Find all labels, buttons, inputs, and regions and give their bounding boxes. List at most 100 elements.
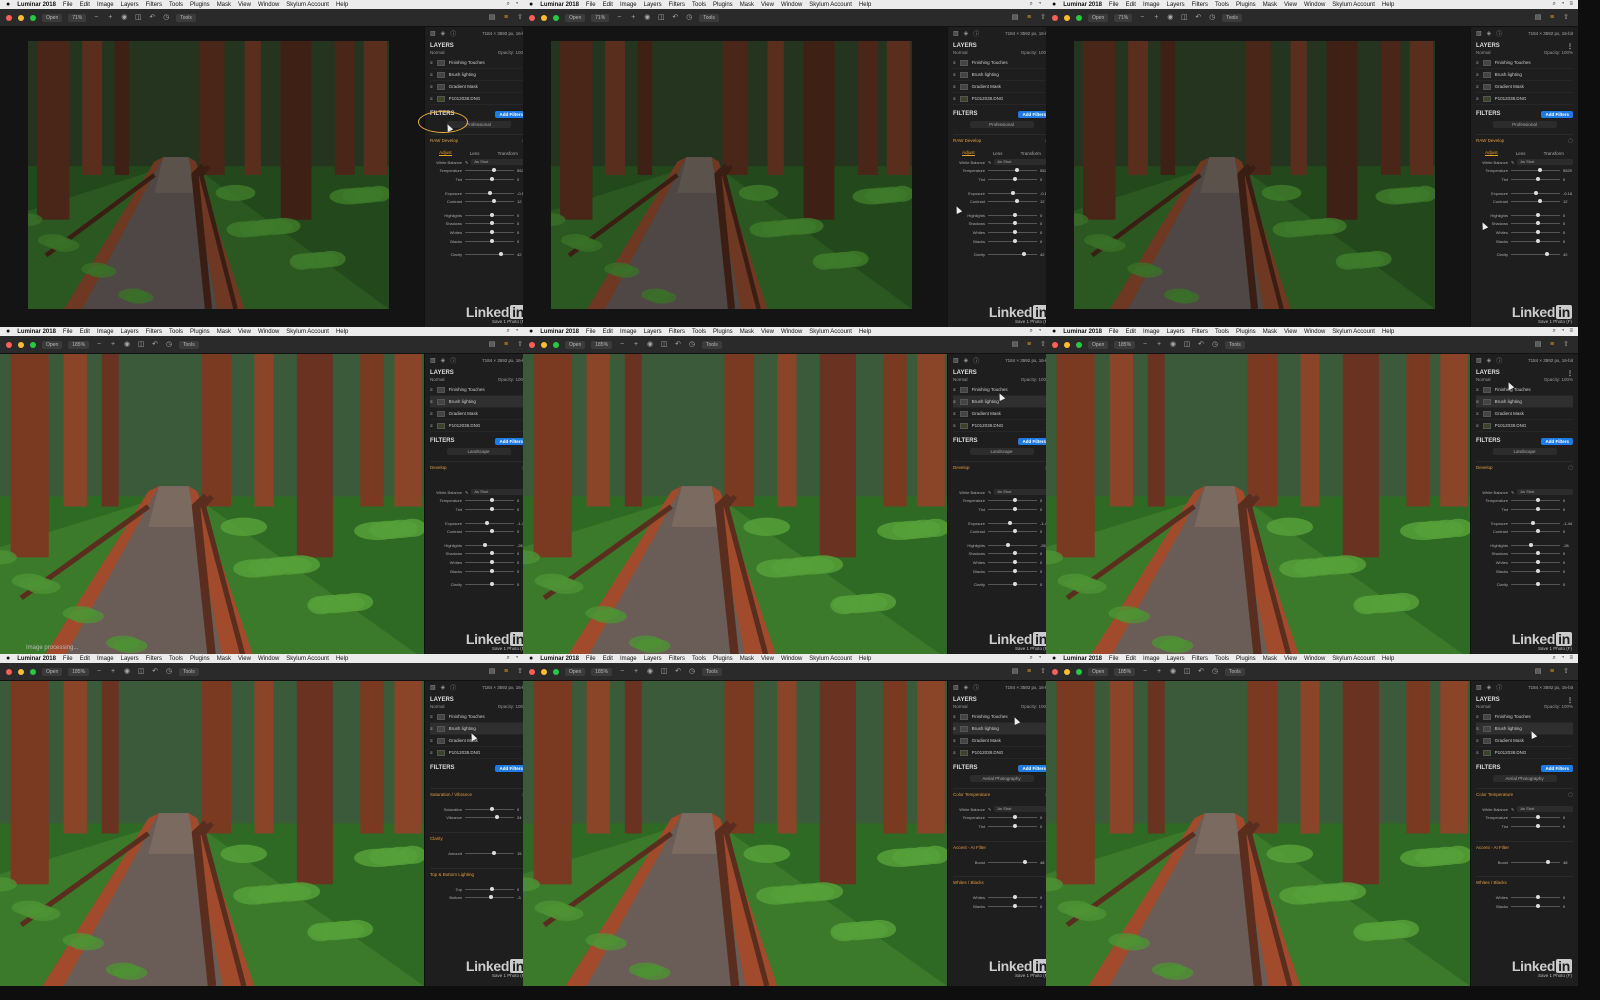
- wifi-icon[interactable]: ◔: [1038, 1, 1042, 8]
- drag-handle-icon[interactable]: ≡: [953, 423, 956, 428]
- menu-item[interactable]: Edit: [80, 329, 90, 335]
- info-icon[interactable]: ⓘ: [1496, 356, 1502, 365]
- info-icon[interactable]: ⓘ: [450, 683, 456, 692]
- filter-title[interactable]: Develop: [953, 465, 970, 470]
- slider-track[interactable]: [988, 520, 1037, 525]
- tab-adjust[interactable]: Adjust: [1485, 150, 1498, 156]
- layers-more-icon[interactable]: ⋮: [1567, 370, 1573, 377]
- white-balance-dropdown[interactable]: As Shot: [1517, 159, 1573, 166]
- minimize-window-button[interactable]: [18, 14, 24, 21]
- compare-icon[interactable]: ◫: [1183, 668, 1191, 676]
- menu-item[interactable]: Layers: [121, 329, 139, 335]
- menu-item[interactable]: View: [761, 329, 774, 335]
- zoom-in-icon[interactable]: +: [1152, 14, 1160, 22]
- open-button[interactable]: Open: [42, 340, 63, 349]
- slider-knob[interactable]: [491, 168, 496, 173]
- open-button[interactable]: Open: [1088, 340, 1109, 349]
- menu-item[interactable]: Help: [1382, 329, 1394, 335]
- menu-item[interactable]: Window: [258, 329, 279, 335]
- layer-row[interactable]: ≡ Brush lighting: [430, 723, 527, 735]
- blend-mode-dropdown[interactable]: Normal: [1476, 377, 1491, 384]
- zoom-dropdown[interactable]: 185%: [1114, 340, 1136, 349]
- menu-item[interactable]: Filters: [1192, 329, 1208, 335]
- menu-item[interactable]: Help: [859, 2, 871, 8]
- slider-track[interactable]: [988, 582, 1037, 587]
- wifi-icon[interactable]: ◔: [1561, 1, 1565, 8]
- apple-menu-icon[interactable]: ●: [6, 654, 10, 663]
- filter-title[interactable]: Develop: [1476, 465, 1493, 470]
- menu-item[interactable]: Plugins: [713, 656, 733, 662]
- slider-track[interactable]: [465, 529, 514, 534]
- menu-item[interactable]: Help: [859, 329, 871, 335]
- histogram-icon[interactable]: ▧: [430, 357, 436, 364]
- slider-track[interactable]: [988, 252, 1037, 257]
- layer-row[interactable]: ≡ P1012038.DNG: [1476, 747, 1573, 759]
- slider-knob[interactable]: [1535, 582, 1540, 587]
- slider-track[interactable]: [1511, 168, 1560, 173]
- blend-mode-dropdown[interactable]: Normal: [1476, 704, 1491, 711]
- menu-item[interactable]: Window: [258, 2, 279, 8]
- white-balance-dropdown[interactable]: As Shot: [994, 489, 1050, 496]
- slider-track[interactable]: [1511, 520, 1560, 525]
- eyedropper-icon[interactable]: ✎: [988, 807, 991, 812]
- drag-handle-icon[interactable]: ≡: [1476, 387, 1479, 392]
- slider-track[interactable]: [988, 568, 1037, 573]
- menu-item[interactable]: File: [586, 329, 596, 335]
- menu-item[interactable]: Edit: [603, 656, 613, 662]
- menu-item[interactable]: File: [1109, 2, 1119, 8]
- menu-item[interactable]: Edit: [80, 656, 90, 662]
- menu-item[interactable]: Layers: [644, 2, 662, 8]
- layers-more-icon[interactable]: ⋮: [1567, 43, 1573, 50]
- drag-handle-icon[interactable]: ≡: [953, 72, 956, 77]
- filter-title[interactable]: RAW Develop: [430, 138, 458, 143]
- panel-toggle-icon[interactable]: ▤: [1011, 14, 1019, 22]
- slider-knob[interactable]: [1535, 506, 1540, 511]
- menu-item[interactable]: File: [586, 2, 596, 8]
- search-icon[interactable]: ⌕: [506, 655, 509, 662]
- opacity-control[interactable]: Opacity: 100%: [1544, 704, 1573, 711]
- preview-eye-icon[interactable]: ◉: [646, 341, 654, 349]
- filter-title[interactable]: Clarity: [430, 836, 443, 841]
- slider-track[interactable]: [1511, 190, 1560, 195]
- tab-lens[interactable]: Lens: [470, 151, 480, 156]
- slider-track[interactable]: [988, 823, 1037, 828]
- slider-knob[interactable]: [489, 176, 494, 181]
- menu-item[interactable]: View: [238, 656, 251, 662]
- slider-knob[interactable]: [1012, 221, 1017, 226]
- slider-knob[interactable]: [489, 221, 494, 226]
- histogram-icon[interactable]: ▧: [953, 684, 959, 691]
- histogram-icon[interactable]: ▧: [1476, 684, 1482, 691]
- apple-menu-icon[interactable]: ●: [529, 327, 533, 336]
- slider-knob[interactable]: [1014, 168, 1019, 173]
- drag-handle-icon[interactable]: ≡: [430, 738, 433, 743]
- tab-transform[interactable]: Transform: [1544, 151, 1564, 156]
- workspace-dropdown[interactable]: Professional: [969, 121, 1034, 128]
- slider-track[interactable]: [1511, 815, 1560, 820]
- slider-track[interactable]: [988, 529, 1037, 534]
- apple-menu-icon[interactable]: ●: [1052, 327, 1056, 336]
- slider-track[interactable]: [1511, 506, 1560, 511]
- slider-track[interactable]: [988, 176, 1037, 181]
- panel-toggle-icon[interactable]: ▤: [488, 668, 496, 676]
- slider-track[interactable]: [465, 850, 514, 855]
- tools-button[interactable]: Tools: [1225, 667, 1245, 676]
- drag-handle-icon[interactable]: ≡: [953, 411, 956, 416]
- slider-track[interactable]: [465, 568, 514, 573]
- wifi-icon[interactable]: ◔: [515, 1, 519, 8]
- menu-item[interactable]: File: [1109, 656, 1119, 662]
- menu-item[interactable]: Help: [1382, 656, 1394, 662]
- drag-handle-icon[interactable]: ≡: [1476, 423, 1479, 428]
- minimize-window-button[interactable]: [541, 668, 547, 675]
- preview-eye-icon[interactable]: ◉: [120, 14, 128, 22]
- open-button[interactable]: Open: [1088, 667, 1109, 676]
- menu-item[interactable]: Image: [620, 329, 637, 335]
- filters-panel-icon[interactable]: ≡: [502, 14, 510, 22]
- filters-title[interactable]: FILTERS: [1476, 438, 1501, 444]
- zoom-in-icon[interactable]: +: [109, 668, 117, 676]
- history-icon[interactable]: ◷: [688, 668, 696, 676]
- minimize-window-button[interactable]: [541, 14, 547, 21]
- menu-item[interactable]: Skylum Account: [809, 2, 852, 8]
- wifi-icon[interactable]: ◔: [1561, 328, 1565, 335]
- slider-track[interactable]: [465, 806, 514, 811]
- zoom-window-button[interactable]: [30, 668, 36, 675]
